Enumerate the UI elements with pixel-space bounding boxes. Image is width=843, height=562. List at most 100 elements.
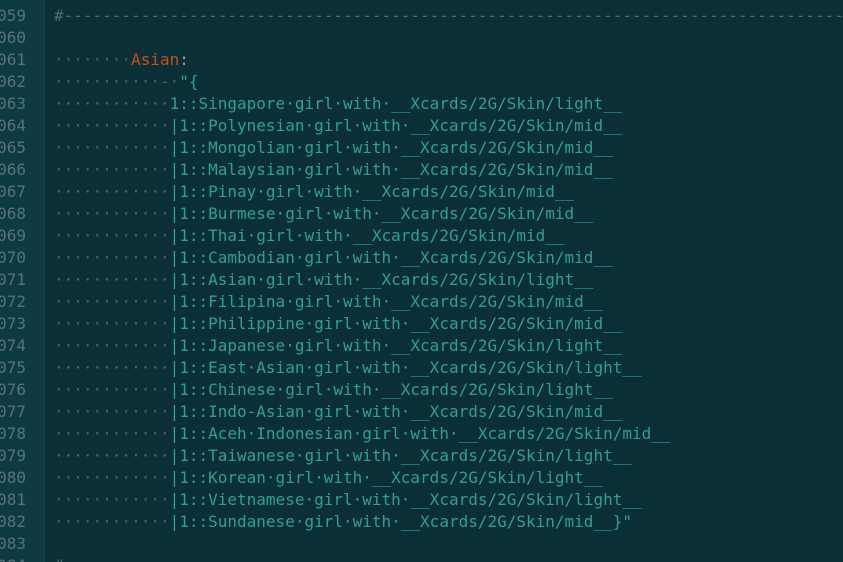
- code-line[interactable]: 062 ···········-·"{: [0, 71, 843, 93]
- code-line[interactable]: 068 ············|1::Burmese·girl·with·__X…: [0, 203, 843, 225]
- code-token: Asian: [131, 50, 180, 69]
- line-text: ············|1::Sundanese·girl·with·__Xc…: [54, 511, 632, 533]
- code-line[interactable]: 074 ············|1::Japanese·girl·with·__…: [0, 335, 843, 357]
- code-line[interactable]: 084 #-: [0, 555, 843, 562]
- code-token: |1::Burmese·girl·with·__Xcards/2G/Skin/m…: [169, 204, 594, 223]
- code-token: |1::Korean·girl·with·__Xcards/2G/Skin/li…: [169, 468, 604, 487]
- whitespace-marker: ············: [54, 358, 170, 377]
- line-text: ············|1::East·Asian·girl·with·__X…: [54, 357, 642, 379]
- line-number: 078: [0, 424, 26, 443]
- whitespace-marker: ············: [54, 138, 170, 157]
- code-token: :: [179, 50, 189, 69]
- code-token: |1::East·Asian·girl·with·__Xcards/2G/Ski…: [169, 358, 642, 377]
- whitespace-marker: ············: [54, 116, 170, 135]
- code-line[interactable]: 067 ············|1::Pinay·girl·with·__Xca…: [0, 181, 843, 203]
- whitespace-marker: ············: [54, 292, 170, 311]
- code-line[interactable]: 071 ············|1::Asian·girl·with·__Xca…: [0, 269, 843, 291]
- code-token: 1::Singapore·girl·with·__Xcards/2G/Skin/…: [169, 94, 623, 113]
- code-token: |1::Filipina·girl·with·__Xcards/2G/Skin/…: [169, 292, 604, 311]
- line-text: #-: [54, 555, 73, 562]
- code-token: |1::Mongolian·girl·with·__Xcards/2G/Skin…: [169, 138, 613, 157]
- code-line[interactable]: 077 ············|1::Indo-Asian·girl·with·…: [0, 401, 843, 423]
- line-number: 082: [0, 512, 26, 531]
- code-line[interactable]: 066 ············|1::Malaysian·girl·with·_…: [0, 159, 843, 181]
- code-token: "{: [179, 72, 199, 91]
- code-line[interactable]: 076 ············|1::Chinese·girl·with·__X…: [0, 379, 843, 401]
- code-line[interactable]: 082 ············|1::Sundanese·girl·with·_…: [0, 511, 843, 533]
- code-line[interactable]: 078 ············|1::Aceh·Indonesian·girl·…: [0, 423, 843, 445]
- whitespace-marker: ············: [54, 226, 170, 245]
- code-token: |1::Philippine·girl·with·__Xcards/2G/Ski…: [169, 314, 623, 333]
- line-text: ············|1::Burmese·girl·with·__Xcar…: [54, 203, 593, 225]
- code-line[interactable]: 069 ············|1::Thai·girl·with·__Xcar…: [0, 225, 843, 247]
- line-number: 077: [0, 402, 26, 421]
- whitespace-marker: ············: [54, 204, 170, 223]
- line-text: ············|1::Polynesian·girl·with·__X…: [54, 115, 622, 137]
- line-text: ············|1::Aceh·Indonesian·girl·wit…: [54, 423, 671, 445]
- line-text: ············|1::Thai·girl·with·__Xcards/…: [54, 225, 565, 247]
- whitespace-marker: ············: [54, 380, 170, 399]
- line-number: 062: [0, 72, 26, 91]
- code-token: |1::Vietnamese·girl·with·__Xcards/2G/Ski…: [169, 490, 642, 509]
- code-line[interactable]: 061 ········Asian:: [0, 49, 843, 71]
- whitespace-marker: ············: [54, 160, 170, 179]
- code-editor[interactable]: 059 #------------------------------------…: [0, 0, 843, 562]
- line-text: #---------------------------------------…: [54, 5, 843, 27]
- code-line[interactable]: 083: [0, 533, 843, 555]
- line-number: 071: [0, 270, 26, 289]
- line-text: ············|1::Filipina·girl·with·__Xca…: [54, 291, 603, 313]
- line-text: ············|1::Cambodian·girl·with·__Xc…: [54, 247, 613, 269]
- code-line[interactable]: 073 ············|1::Philippine·girl·with·…: [0, 313, 843, 335]
- code-line[interactable]: 063 ············1::Singapore·girl·with·__…: [0, 93, 843, 115]
- code-token: |1::Cambodian·girl·with·__Xcards/2G/Skin…: [169, 248, 613, 267]
- line-number: 070: [0, 248, 26, 267]
- line-number: 061: [0, 50, 26, 69]
- line-text: ············|1::Mongolian·girl·with·__Xc…: [54, 137, 613, 159]
- code-line[interactable]: 065 ············|1::Mongolian·girl·with·_…: [0, 137, 843, 159]
- code-line[interactable]: 070 ············|1::Cambodian·girl·with·_…: [0, 247, 843, 269]
- whitespace-marker: ············: [54, 468, 170, 487]
- line-number: 076: [0, 380, 26, 399]
- whitespace-marker: ············: [54, 270, 170, 289]
- line-number: 059: [0, 6, 26, 25]
- line-text: ············|1::Korean·girl·with·__Xcard…: [54, 467, 603, 489]
- code-token: #---------------------------------------…: [54, 6, 843, 25]
- line-text: ············|1::Pinay·girl·with·__Xcards…: [54, 181, 574, 203]
- whitespace-marker: ············: [54, 490, 170, 509]
- code-token: |1::Sundanese·girl·with·__Xcards/2G/Skin…: [169, 512, 632, 531]
- whitespace-marker: ············: [54, 402, 170, 421]
- code-line[interactable]: 081 ············|1::Vietnamese·girl·with·…: [0, 489, 843, 511]
- code-line[interactable]: 072 ············|1::Filipina·girl·with·__…: [0, 291, 843, 313]
- line-number: 072: [0, 292, 26, 311]
- whitespace-marker: ············: [54, 248, 170, 267]
- line-text: ············|1::Vietnamese·girl·with·__X…: [54, 489, 642, 511]
- line-text: ············|1::Asian·girl·with·__Xcards…: [54, 269, 593, 291]
- line-text: ···········-·"{: [54, 71, 199, 93]
- code-line[interactable]: 064 ············|1::Polynesian·girl·with·…: [0, 115, 843, 137]
- whitespace-marker: ············: [54, 424, 170, 443]
- whitespace-marker: ···········-·: [54, 72, 180, 91]
- code-line[interactable]: 059 #------------------------------------…: [0, 5, 843, 27]
- code-line[interactable]: 060: [0, 27, 843, 49]
- code-line[interactable]: 079 ············|1::Taiwanese·girl·with·_…: [0, 445, 843, 467]
- line-number: 068: [0, 204, 26, 223]
- line-text: ············|1::Japanese·girl·with·__Xca…: [54, 335, 622, 357]
- code-line[interactable]: 075 ············|1::East·Asian·girl·with·…: [0, 357, 843, 379]
- code-line[interactable]: 080 ············|1::Korean·girl·with·__Xc…: [0, 467, 843, 489]
- line-number: 069: [0, 226, 26, 245]
- code-token: |1::Asian·girl·with·__Xcards/2G/Skin/lig…: [169, 270, 594, 289]
- line-number: 080: [0, 468, 26, 487]
- line-number: 064: [0, 116, 26, 135]
- code-token: |1::Japanese·girl·with·__Xcards/2G/Skin/…: [169, 336, 623, 355]
- line-number: 066: [0, 160, 26, 179]
- line-text: ············|1::Indo-Asian·girl·with·__X…: [54, 401, 622, 423]
- line-text: ············1::Singapore·girl·with·__Xca…: [54, 93, 622, 115]
- line-number: 060: [0, 28, 26, 47]
- code-token: #-: [54, 556, 73, 562]
- code-token: |1::Malaysian·girl·with·__Xcards/2G/Skin…: [169, 160, 613, 179]
- whitespace-marker: ············: [54, 446, 170, 465]
- code-area[interactable]: 059 #------------------------------------…: [0, 5, 843, 562]
- line-number: 073: [0, 314, 26, 333]
- code-token: |1::Aceh·Indonesian·girl·with·__Xcards/2…: [169, 424, 671, 443]
- whitespace-marker: ········: [54, 50, 132, 69]
